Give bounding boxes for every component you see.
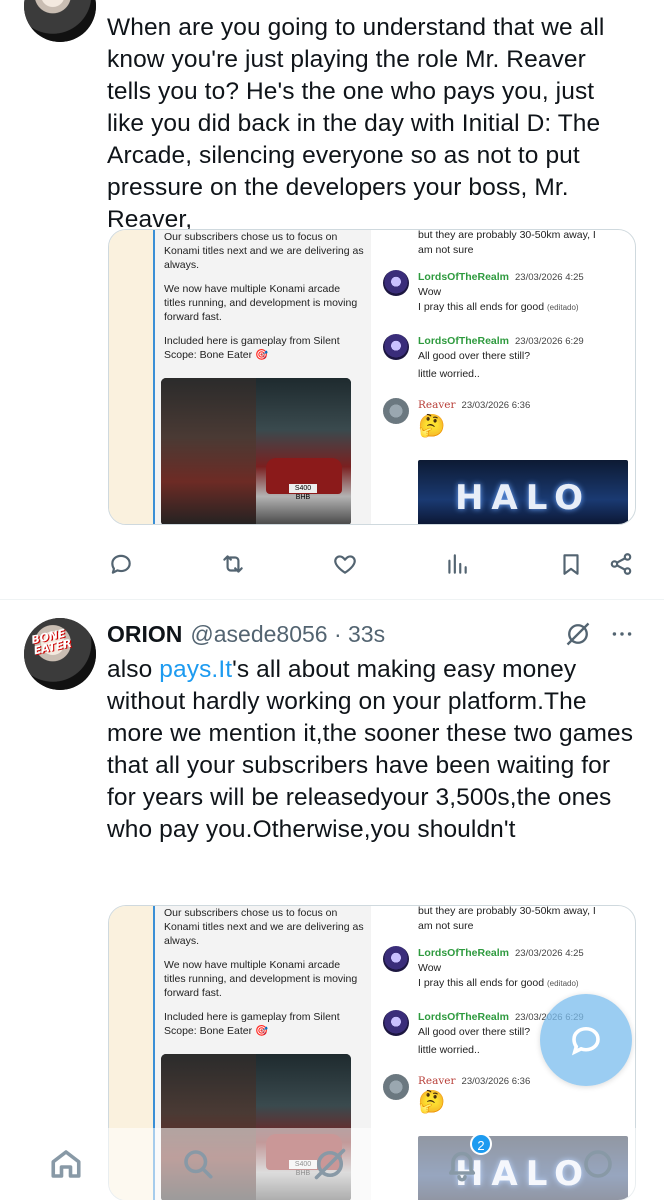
- grok-icon: [566, 622, 590, 646]
- tweet-actions: [105, 548, 635, 580]
- nav-search[interactable]: [172, 1138, 224, 1190]
- media-paragraph: Included here is gameplay from Silent Sc…: [164, 335, 340, 361]
- reply-button[interactable]: [105, 548, 137, 580]
- display-name[interactable]: ORION: [107, 621, 182, 648]
- tweet-media[interactable]: Our subscribers chose us to focus on Kon…: [108, 229, 636, 525]
- avatar[interactable]: [24, 0, 96, 42]
- messages-icon: [584, 1150, 612, 1178]
- tweet-1[interactable]: When are you going to understand that we…: [0, 0, 664, 600]
- bottom-nav: [0, 1128, 664, 1200]
- chat-avatar: [383, 1074, 409, 1100]
- retweet-icon: [223, 555, 243, 573]
- game-screenshot: S400 BHB: [161, 378, 351, 524]
- tweet-text: When are you going to understand that we…: [107, 14, 605, 233]
- more-options-button[interactable]: [606, 618, 638, 650]
- views-icon: [448, 554, 467, 574]
- like-button[interactable]: [329, 548, 361, 580]
- media-paragraph: We now have multiple Konami arcade title…: [164, 283, 358, 323]
- compose-reply-button[interactable]: [540, 994, 632, 1086]
- notification-badge: 2: [470, 1133, 492, 1155]
- home-icon: [51, 1150, 81, 1178]
- chat-avatar: [383, 334, 409, 360]
- halo-image: HALO: [418, 460, 628, 524]
- chat-avatar: [383, 1010, 409, 1036]
- thinking-emoji: 🤔: [418, 413, 446, 438]
- more-icon: [612, 632, 632, 636]
- grok-button[interactable]: [562, 618, 594, 650]
- share-button[interactable]: [605, 548, 637, 580]
- nav-home[interactable]: [40, 1138, 92, 1190]
- chat-avatar: [383, 270, 409, 296]
- user-handle-time[interactable]: @asede8056 · 33s: [190, 621, 385, 648]
- reply-bubble-icon: [571, 1026, 600, 1056]
- bookmark-icon: [563, 554, 579, 575]
- tweet-text: also pays.It's all about making easy mon…: [107, 656, 634, 843]
- nav-messages[interactable]: [572, 1138, 624, 1190]
- media-paragraph: Our subscribers chose us to focus on Kon…: [164, 231, 364, 271]
- retweet-button[interactable]: [217, 548, 249, 580]
- license-plate: S400 BHB: [289, 484, 317, 501]
- media-paragraph: Our subscribers chose us to focus on Kon…: [164, 907, 364, 947]
- reply-icon: [111, 554, 131, 574]
- tweet-divider: [0, 599, 664, 600]
- tweet-2[interactable]: BONE EATER ORION @asede8056 · 33s also p…: [0, 618, 664, 1200]
- share-icon: [610, 553, 632, 575]
- like-icon: [334, 555, 356, 574]
- tweet-link[interactable]: pays.It: [159, 656, 232, 683]
- avatar-image: [24, 0, 96, 42]
- nav-grok[interactable]: [304, 1138, 356, 1190]
- grok-icon: [314, 1148, 346, 1180]
- media-paragraph: We now have multiple Konami arcade title…: [164, 959, 358, 999]
- tweet-header: ORION @asede8056 · 33s: [107, 618, 385, 650]
- media-left-panel: Our subscribers chose us to focus on Kon…: [109, 230, 371, 524]
- views-button[interactable]: [441, 548, 473, 580]
- chat-avatar: [383, 398, 409, 424]
- bookmark-button[interactable]: [555, 548, 587, 580]
- avatar[interactable]: BONE EATER: [24, 618, 96, 690]
- search-icon: [184, 1150, 213, 1179]
- media-chat-panel: but they are probably 30-50km away, I am…: [373, 230, 635, 524]
- media-paragraph: Included here is gameplay from Silent Sc…: [164, 1011, 340, 1037]
- chat-avatar: [383, 946, 409, 972]
- thinking-emoji: 🤔: [418, 1089, 446, 1114]
